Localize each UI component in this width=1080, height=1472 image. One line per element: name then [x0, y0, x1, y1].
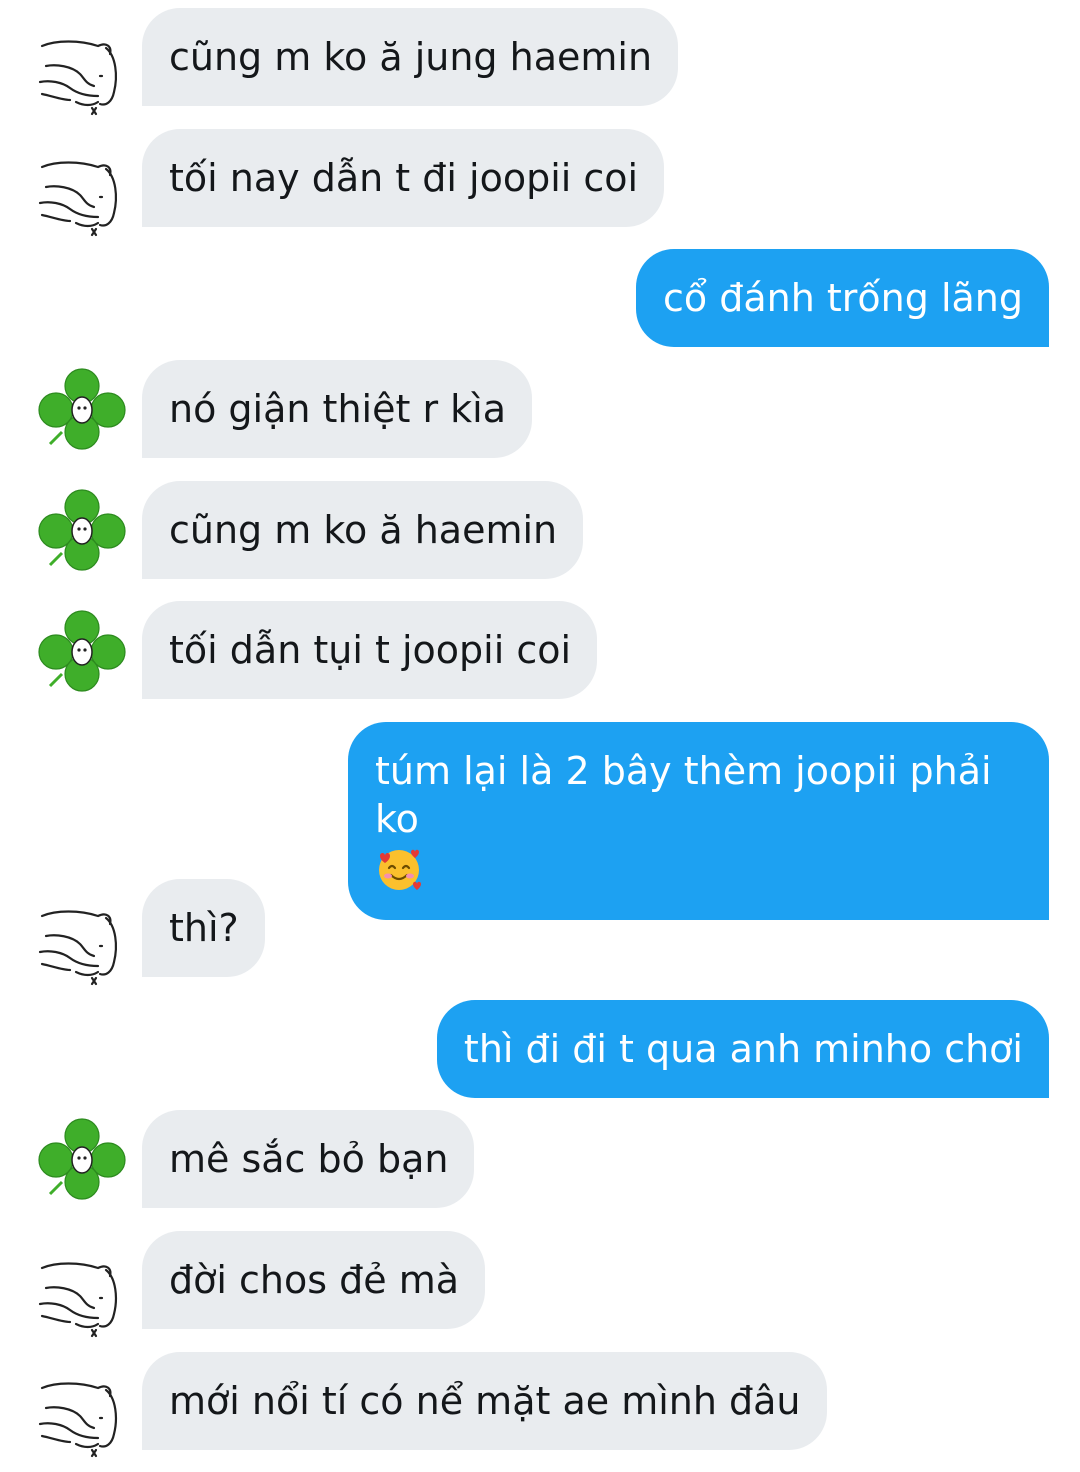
- sketch-cat-avatar[interactable]: [36, 1258, 128, 1342]
- message-bubble-outgoing[interactable]: túm lại là 2 bây thèm joopii phải ko: [348, 722, 1049, 920]
- clover-avatar[interactable]: [36, 489, 128, 573]
- clover-avatar[interactable]: [36, 1118, 128, 1202]
- clover-avatar[interactable]: [36, 610, 128, 694]
- message-bubble-incoming[interactable]: cũng m ko ă haemin: [142, 481, 584, 579]
- message-text: tối dẫn tụi t joopii coi: [169, 628, 572, 672]
- message-text: mê sắc bỏ bạn: [169, 1137, 449, 1181]
- sketch-cat-avatar[interactable]: [36, 906, 128, 990]
- sketch-cat-avatar[interactable]: [36, 1378, 128, 1462]
- message-bubble-incoming[interactable]: nó giận thiệt r kìa: [142, 360, 532, 458]
- message-bubble-incoming[interactable]: mới nổi tí có nể mặt ae mình đâu: [142, 1352, 827, 1450]
- message-text: nó giận thiệt r kìa: [169, 387, 506, 431]
- message-text: thì đi đi t qua anh minho chơi: [463, 1027, 1023, 1071]
- sketch-cat-avatar[interactable]: [36, 157, 128, 241]
- smiling-face-with-hearts-emoji: [379, 849, 421, 890]
- message-text: cổ đánh trống lãng: [663, 276, 1023, 320]
- message-bubble-outgoing[interactable]: cổ đánh trống lãng: [636, 249, 1049, 347]
- message-text: túm lại là 2 bây thèm joopii phải ko: [375, 749, 992, 841]
- message-text: đời chos đẻ mà: [169, 1258, 459, 1302]
- message-bubble-incoming[interactable]: mê sắc bỏ bạn: [142, 1110, 475, 1208]
- message-bubble-incoming[interactable]: tối dẫn tụi t joopii coi: [142, 601, 598, 699]
- sketch-cat-avatar[interactable]: [36, 36, 128, 120]
- message-bubble-incoming[interactable]: đời chos đẻ mà: [142, 1231, 485, 1329]
- message-text: cũng m ko ă haemin: [169, 508, 558, 552]
- message-text: thì?: [169, 906, 239, 950]
- message-bubble-incoming[interactable]: tối nay dẫn t đi joopii coi: [142, 129, 665, 227]
- message-bubble-incoming[interactable]: cũng m ko ă jung haemin: [142, 8, 679, 106]
- message-text: mới nổi tí có nể mặt ae mình đâu: [169, 1379, 801, 1423]
- message-text: cũng m ko ă jung haemin: [169, 35, 653, 79]
- message-bubble-incoming[interactable]: thì?: [142, 879, 265, 977]
- conversation-thread: cũng m ko ă jung haemin tối nay dẫn t đi…: [0, 0, 1080, 1472]
- message-bubble-outgoing[interactable]: thì đi đi t qua anh minho chơi: [436, 1000, 1049, 1098]
- message-text: tối nay dẫn t đi joopii coi: [169, 156, 639, 200]
- clover-avatar[interactable]: [36, 368, 128, 452]
